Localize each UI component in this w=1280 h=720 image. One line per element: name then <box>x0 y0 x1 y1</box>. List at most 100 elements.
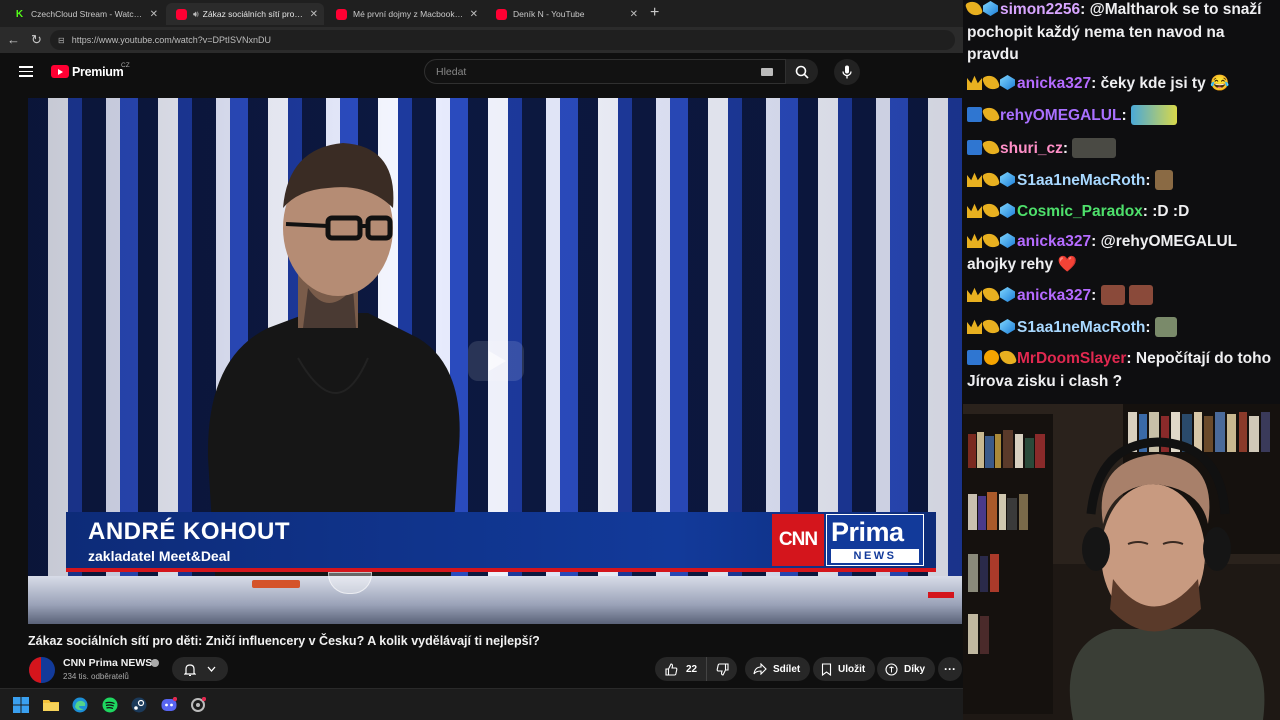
moderator-badge-icon <box>967 140 982 155</box>
moderator-badge-icon <box>967 107 982 122</box>
bell-icon <box>184 663 197 676</box>
youtube-icon <box>176 8 187 20</box>
chevron-down-icon <box>207 666 216 672</box>
more-horizontal-icon: ··· <box>944 662 956 676</box>
close-icon[interactable]: ✕ <box>310 9 318 20</box>
close-icon[interactable]: ✕ <box>470 9 478 20</box>
chat-text: :D :D <box>1152 203 1190 220</box>
chat-message: Cosmic_Paradox: :D :D <box>967 201 1276 224</box>
bookshelf <box>963 414 1053 714</box>
search-button[interactable] <box>786 59 818 84</box>
webcam-scene <box>963 404 1280 720</box>
chat-message: anicka327: čeky kde jsi ty 😂 <box>967 73 1276 96</box>
corner-watermark <box>928 592 954 598</box>
verified-icon <box>151 659 159 667</box>
chat-username[interactable]: S1aa1neMacRoth <box>1017 172 1145 189</box>
url-text: https://www.youtube.com/watch?v=DPtISVNx… <box>71 35 272 45</box>
dislike-button[interactable] <box>707 657 737 681</box>
keyboard-icon[interactable] <box>761 68 773 76</box>
tab-title: Zákaz sociálních sítí pro děti: <box>202 9 304 19</box>
thanks-button[interactable]: Díky <box>877 657 936 681</box>
tab-czechcloud[interactable]: K CzechCloud Stream - Watch Live o ✕ <box>4 3 164 25</box>
chat-username[interactable]: rehyOMEGALUL <box>1000 107 1121 124</box>
pickaxe-badge-icon <box>981 201 1001 220</box>
cnn-logo-text: CNN <box>778 529 818 550</box>
user-badges <box>967 285 1015 304</box>
gem-badge-icon <box>1000 172 1015 187</box>
pickaxe-badge-icon <box>981 105 1001 124</box>
user-badges <box>967 317 1015 336</box>
chat-username[interactable]: Cosmic_Paradox <box>1017 203 1143 220</box>
youtube-header: Premium CZ Hledat <box>0 53 963 91</box>
discord-icon[interactable] <box>161 697 177 713</box>
menu-icon[interactable] <box>19 66 33 77</box>
url-field[interactable]: ⊟ https://www.youtube.com/watch?v=DPtISV… <box>50 30 955 50</box>
chat-username[interactable]: anicka327 <box>1017 233 1091 250</box>
chat-username[interactable]: S1aa1neMacRoth <box>1017 319 1145 336</box>
user-badges <box>967 231 1015 250</box>
tab-macbook[interactable]: Mé první dojmy z Macbook Neo. ✕ <box>326 3 484 25</box>
gem-badge-icon <box>1000 75 1015 90</box>
chat-message: S1aa1neMacRoth: <box>967 317 1276 340</box>
subscription-bell-button[interactable] <box>172 657 228 681</box>
guest-role: zakladatel Meet&Deal <box>88 548 231 564</box>
search-input[interactable]: Hledat <box>424 59 786 84</box>
bookmark-icon <box>821 662 832 676</box>
region-label: CZ <box>121 62 130 69</box>
address-bar: ← ↻ ⊟ https://www.youtube.com/watch?v=DP… <box>0 27 963 53</box>
chat-username[interactable]: MrDoomSlayer <box>1017 350 1126 367</box>
youtube-icon <box>336 8 347 20</box>
chat-username[interactable]: anicka327 <box>1017 287 1091 304</box>
pickaxe-badge-icon <box>998 348 1018 367</box>
gem-badge-icon <box>983 1 998 16</box>
edge-browser-icon[interactable] <box>72 697 88 713</box>
chat-username[interactable]: shuri_cz <box>1000 140 1063 157</box>
close-icon[interactable]: ✕ <box>630 9 638 20</box>
more-actions-button[interactable]: ··· <box>938 657 962 681</box>
tab-denik[interactable]: Deník N - YouTube ✕ <box>486 3 644 25</box>
speaker-icon[interactable]: 🔊︎ <box>193 9 199 20</box>
tab-title: Mé první dojmy z Macbook Neo. <box>353 9 464 19</box>
file-explorer-icon[interactable] <box>43 697 59 713</box>
back-icon[interactable]: ← <box>7 32 20 48</box>
reload-icon[interactable]: ↻ <box>31 32 42 48</box>
kick-icon: K <box>14 8 25 20</box>
crown-badge-icon <box>967 203 982 218</box>
close-icon[interactable]: ✕ <box>150 9 158 20</box>
windows-start-icon[interactable] <box>13 697 29 713</box>
emote-icon <box>1072 138 1117 158</box>
steam-icon[interactable] <box>131 697 147 713</box>
new-tab-button[interactable]: + <box>650 3 659 23</box>
play-icon[interactable] <box>468 341 524 381</box>
channel-avatar[interactable] <box>29 657 55 683</box>
pickaxe-badge-icon <box>981 285 1001 304</box>
chat-message: anicka327: <box>967 285 1276 308</box>
share-button[interactable]: Sdílet <box>745 657 811 681</box>
voice-search-button[interactable] <box>834 59 860 85</box>
moderator-badge-icon <box>967 350 982 365</box>
pickaxe-badge-icon <box>981 317 1001 336</box>
studio-desk <box>28 576 962 624</box>
app-gear-icon[interactable] <box>190 697 206 713</box>
guest-name: ANDRÉ KOHOUT <box>88 518 290 545</box>
save-button[interactable]: Uložit <box>813 657 876 681</box>
chat-message: rehyOMEGALUL: <box>967 105 1276 128</box>
spotify-icon[interactable] <box>102 697 118 713</box>
user-badges <box>967 348 1018 367</box>
user-badges <box>967 73 1015 92</box>
youtube-premium-label[interactable]: Premium <box>72 65 124 79</box>
site-info-icon[interactable]: ⊟ <box>58 36 65 45</box>
like-button[interactable]: 22 <box>655 657 707 681</box>
gem-badge-icon <box>1000 233 1015 248</box>
chat-username[interactable]: simon2256 <box>1000 1 1080 18</box>
youtube-logo-icon[interactable] <box>51 65 69 78</box>
emote-icon <box>1130 105 1177 125</box>
pickaxe-badge-icon <box>981 231 1001 250</box>
tab-zakaz[interactable]: 🔊︎ Zákaz sociálních sítí pro děti: ✕ <box>166 3 324 25</box>
video-player[interactable]: ANDRÉ KOHOUT zakladatel Meet&Deal CNN Pr… <box>28 98 962 624</box>
channel-name[interactable]: CNN Prima NEWS <box>63 657 152 669</box>
chat-username[interactable]: anicka327 <box>1017 75 1091 92</box>
crown-badge-icon <box>967 319 982 334</box>
chat-message: MrDoomSlayer: Nepočítají do toho Jírova … <box>967 348 1272 390</box>
browser-window: K CzechCloud Stream - Watch Live o ✕ 🔊︎ … <box>0 0 963 688</box>
